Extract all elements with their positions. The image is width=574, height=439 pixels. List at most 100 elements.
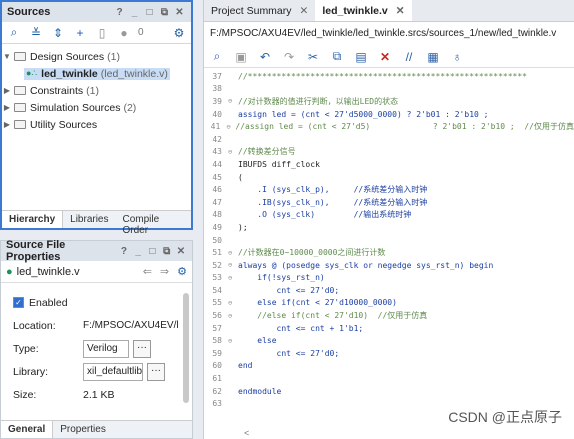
line-number: 38 [212,84,222,94]
code-line[interactable]: 41 ⊖//assign led = (cnt < 27'd5) ? 2'b01 … [204,120,574,133]
type-browse-button[interactable]: ··· [133,339,151,358]
code-line[interactable]: 62 endmodule [204,385,574,398]
table-icon[interactable]: ▦ [425,50,441,64]
folder-icon [14,86,26,95]
maximize-icon[interactable]: □ [143,7,156,18]
gear-icon[interactable]: ⚙ [171,25,187,41]
minimize-icon[interactable]: _ [128,7,141,18]
type-field[interactable]: Verilog [83,339,129,358]
tree-item-simulation-sources[interactable]: ▶ Simulation Sources (2) [2,99,191,116]
code-line[interactable]: 44 IBUFDS diff_clock [204,158,574,171]
redo-icon[interactable]: ↷ [281,50,297,64]
tab-project-summary[interactable]: Project Summary ✕ [204,0,315,21]
code-line[interactable]: 53 ⊖ if(!sys_rst_n) [204,272,574,285]
maximize-icon[interactable]: □ [146,246,158,257]
file-icon[interactable]: ▯ [94,25,110,41]
library-field[interactable]: xil_defaultlib [83,362,143,381]
paste-icon[interactable]: ▤ [353,50,369,64]
chevron-down-icon[interactable]: ▼ [2,52,12,61]
code-text: ); [238,222,248,232]
cut-icon[interactable]: ✂ [305,50,321,64]
close-icon[interactable]: ✕ [396,5,405,17]
horizontal-scrollbar[interactable]: < [244,427,570,438]
collapse-all-icon[interactable]: ≚ [28,25,44,41]
code-line[interactable]: 47 .IB(sys_clk_n), //系统差分输入时钟 [204,196,574,209]
library-browse-button[interactable]: ··· [147,362,165,381]
fold-icon[interactable]: ⊖ [228,299,238,307]
help-icon[interactable]: ? [118,246,130,257]
line-number: 51 [212,248,222,258]
code-line[interactable]: 51 ⊖//计数器在0~10000_0000之间进行计数 [204,246,574,259]
delete-icon[interactable]: ✕ [377,50,393,64]
code-line[interactable]: 55 ⊖ else if(cnt < 27'd10000_0000) [204,297,574,310]
search-icon[interactable]: ⌕ [209,49,225,64]
tab-hierarchy[interactable]: Hierarchy [2,211,64,228]
fold-icon[interactable]: ⊖ [228,261,238,269]
fold-icon[interactable]: ⊖ [228,97,238,105]
tab-led-twinkle[interactable]: led_twinkle.v ✕ [315,0,412,21]
chevron-left-icon[interactable]: < [244,428,249,438]
chevron-right-icon[interactable]: ▶ [2,103,12,112]
copy-icon[interactable]: ⧉ [329,49,345,64]
code-line[interactable]: 37 //************************************… [204,70,574,83]
code-line[interactable]: 43 ⊖//转换差分信号 [204,146,574,159]
float-icon[interactable]: ⧉ [161,246,173,257]
tab-compile-order[interactable]: Compile Order [116,211,192,236]
lightbulb-icon[interactable]: ♁ [449,50,465,64]
fold-icon[interactable]: ⊖ [228,337,238,345]
save-icon[interactable]: ▣ [233,50,249,64]
fold-icon[interactable]: ⊖ [228,148,238,156]
fold-icon[interactable]: ⊖ [228,312,238,320]
code-line[interactable]: 60 end [204,360,574,373]
code-line[interactable]: 49); [204,221,574,234]
code-line[interactable]: 56 ⊖ //else if(cnt < 27'd10) //仅用于仿真 [204,309,574,322]
selected-item[interactable]: ●∴ led_twinkle (led_twinkle.v) [24,67,170,80]
code-line[interactable]: 61 [204,372,574,385]
tree-item-design-sources[interactable]: ▼ Design Sources (1) [2,48,191,65]
tab-general[interactable]: General [1,421,54,438]
code-line[interactable]: 54 cnt <= 27'd0; [204,284,574,297]
fold-icon[interactable]: ⊖ [226,123,235,131]
tab-libraries[interactable]: Libraries [63,211,115,228]
code-line[interactable]: 52 ⊖ always @ (posedge sys_clk or negedge … [204,259,574,272]
add-sources-icon[interactable]: + [72,25,88,41]
chevron-right-icon[interactable]: ▶ [2,120,12,129]
code-area[interactable]: 37 //************************************… [204,68,574,410]
code-line[interactable]: 58 ⊖ else [204,334,574,347]
close-icon[interactable]: ✕ [175,246,187,257]
code-line[interactable]: 48 .O (sys_clk) //输出系统时钟 [204,209,574,222]
vertical-scrollbar[interactable] [183,293,189,403]
expand-all-icon[interactable]: ⇕ [50,25,66,41]
enabled-checkbox[interactable]: ✓ [13,297,24,308]
code-line[interactable]: 45 ( [204,171,574,184]
code-line[interactable]: 50 [204,234,574,247]
code-text: //转换差分信号 [238,147,296,157]
fold-icon[interactable]: ⊖ [228,274,238,282]
gear-icon[interactable]: ⚙ [177,265,187,278]
comment-icon[interactable]: // [401,50,417,64]
forward-icon[interactable]: ⇒ [160,265,169,278]
float-icon[interactable]: ⧉ [158,7,171,18]
tab-properties[interactable]: Properties [53,421,113,438]
code-line[interactable]: 57 cnt <= cnt + 1'b1; [204,322,574,335]
line-number: 39 [212,96,222,106]
tree-item-constraints[interactable]: ▶ Constraints (1) [2,82,191,99]
code-line[interactable]: 46 .I (sys_clk_p), //系统差分输入时钟 [204,183,574,196]
chevron-right-icon[interactable]: ▶ [2,86,12,95]
code-line[interactable]: 38 [204,83,574,96]
code-line[interactable]: 40 assign led = (cnt < 27'd5000_0000) ? 2… [204,108,574,121]
close-icon[interactable]: ✕ [173,7,186,18]
code-line[interactable]: 39 ⊖//对计数器的值进行判断，以输出LED的状态 [204,95,574,108]
code-line[interactable]: 59 cnt <= 27'd0; [204,347,574,360]
close-icon[interactable]: ✕ [300,5,309,17]
tree-item-utility-sources[interactable]: ▶ Utility Sources [2,116,191,133]
minimize-icon[interactable]: _ [132,246,144,257]
code-line[interactable]: 42 [204,133,574,146]
help-icon[interactable]: ? [113,7,126,18]
fold-icon[interactable]: ⊖ [228,249,238,257]
search-icon[interactable]: ⌕ [6,25,22,41]
location-value: F:/MPSOC/AXU4EV/led_tw [83,320,178,331]
tree-item-led-twinkle[interactable]: ●∴ led_twinkle (led_twinkle.v) [2,65,191,82]
back-icon[interactable]: ⇐ [143,265,152,278]
undo-icon[interactable]: ↶ [257,50,273,64]
